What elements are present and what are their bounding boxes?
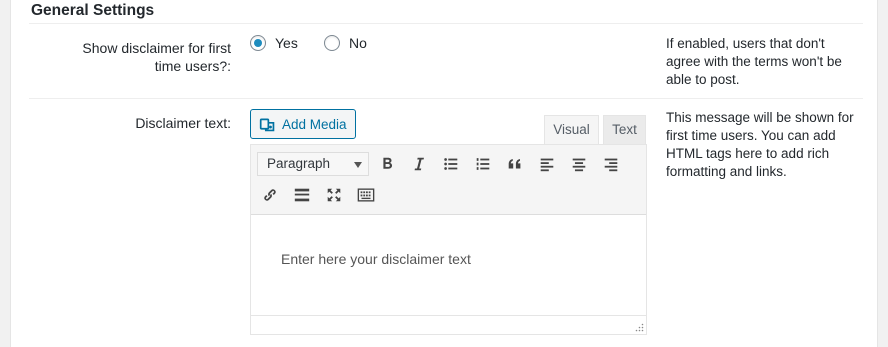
editor-statusbar bbox=[251, 315, 646, 334]
numbered-list-button[interactable] bbox=[470, 152, 496, 176]
radio-yes-label: Yes bbox=[275, 35, 298, 51]
radio-yes[interactable]: Yes bbox=[250, 35, 298, 51]
align-left-button[interactable] bbox=[534, 152, 560, 176]
fullscreen-button[interactable] bbox=[321, 183, 347, 207]
blockquote-icon bbox=[508, 159, 521, 169]
resize-handle-icon[interactable] bbox=[635, 323, 644, 332]
toolbar-toggle-button[interactable] bbox=[353, 183, 379, 207]
radio-no-control[interactable] bbox=[324, 35, 340, 51]
bulleted-list-icon bbox=[444, 158, 458, 170]
disclaimer-text-label: Disclaimer text: bbox=[135, 115, 231, 131]
align-right-icon bbox=[604, 158, 618, 172]
disclaimer-toggle-description: If enabled, users that don't agree with … bbox=[666, 36, 842, 87]
chevron-down-icon bbox=[354, 162, 362, 168]
radio-no[interactable]: No bbox=[324, 35, 367, 51]
media-icon bbox=[259, 118, 275, 131]
read-more-button[interactable] bbox=[289, 183, 315, 207]
radio-no-label: No bbox=[349, 35, 367, 51]
editor-toolbar: Paragraph bbox=[251, 145, 646, 215]
align-left-icon bbox=[540, 158, 554, 172]
bulleted-list-button[interactable] bbox=[438, 152, 464, 176]
insert-link-button[interactable] bbox=[257, 183, 283, 207]
align-right-button[interactable] bbox=[598, 152, 624, 176]
blockquote-button[interactable] bbox=[502, 152, 528, 176]
link-icon bbox=[264, 189, 276, 201]
editor-content[interactable]: Enter here your disclaimer text bbox=[281, 251, 471, 267]
disclaimer-toggle-label: Show disclaimer for first time users?: bbox=[82, 40, 231, 74]
bold-icon bbox=[383, 157, 393, 169]
fullscreen-icon bbox=[327, 188, 341, 202]
divider bbox=[29, 98, 863, 99]
disclaimer-text-description: This message will be shown for first tim… bbox=[666, 110, 854, 179]
format-select[interactable]: Paragraph bbox=[257, 152, 369, 176]
tab-visual[interactable]: Visual bbox=[544, 115, 599, 144]
section-title: General Settings bbox=[31, 2, 155, 19]
tab-text[interactable]: Text bbox=[603, 115, 646, 144]
toolbar-toggle-icon bbox=[357, 188, 375, 202]
read-more-icon bbox=[294, 188, 310, 202]
bold-button[interactable] bbox=[374, 152, 400, 176]
align-center-button[interactable] bbox=[566, 152, 592, 176]
numbered-list-icon bbox=[476, 158, 490, 170]
italic-button[interactable] bbox=[406, 152, 432, 176]
settings-panel: General Settings Show disclaimer for fir… bbox=[10, 0, 878, 347]
format-select-value: Paragraph bbox=[267, 156, 331, 171]
divider bbox=[29, 23, 863, 24]
italic-icon bbox=[414, 157, 424, 171]
disclaimer-editor: Paragraph Enter here your disclaimer tex… bbox=[250, 144, 647, 335]
add-media-button[interactable]: Add Media bbox=[250, 109, 356, 139]
add-media-label: Add Media bbox=[282, 116, 347, 132]
align-center-icon bbox=[572, 158, 586, 172]
radio-yes-control[interactable] bbox=[250, 35, 266, 51]
